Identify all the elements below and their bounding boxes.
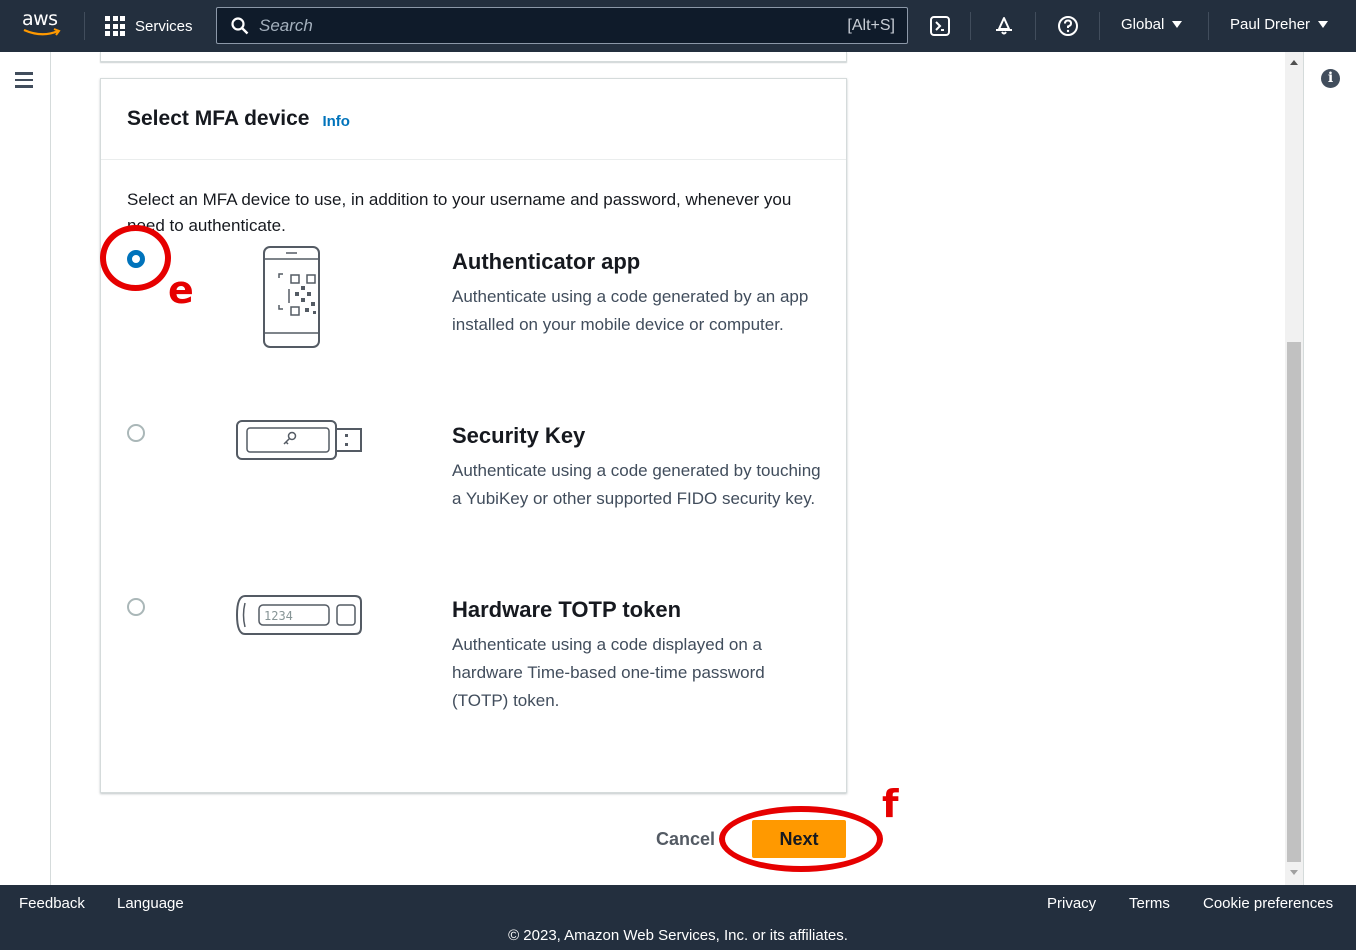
region-label: Global [1121, 16, 1165, 33]
page-footer: Feedback Language Privacy Terms Cookie p… [0, 885, 1356, 950]
container-header: Select MFA device Info [101, 79, 846, 160]
page-scrollbar[interactable] [1285, 52, 1303, 885]
caret-down-icon [1172, 21, 1183, 28]
container-title: Select MFA device [127, 107, 310, 130]
nav-divider [970, 12, 971, 40]
right-tools-rail: i [1303, 52, 1356, 885]
caret-down-icon [1318, 21, 1329, 28]
app-grid-icon [105, 16, 125, 36]
aws-logo[interactable]: aws [22, 8, 64, 42]
option-title: Security Key [452, 423, 586, 448]
info-link[interactable]: Info [322, 113, 350, 130]
option-title: Authenticator app [452, 249, 641, 274]
select-mfa-device-container: Select MFA device Info Select an MFA dev… [100, 78, 847, 793]
help-button[interactable] [1055, 13, 1081, 39]
footer-language-link[interactable]: Language [117, 895, 184, 912]
search-input[interactable] [259, 15, 848, 36]
option-description: Authenticate using a code generated by t… [452, 461, 821, 508]
container-description: Select an MFA device to use, in addition… [127, 190, 792, 235]
region-selector[interactable]: Global [1121, 16, 1183, 33]
token-display-text: 1234 [264, 609, 293, 623]
top-navigation-bar: aws Services [Alt+S] [0, 0, 1356, 52]
nav-divider [1035, 12, 1036, 40]
footer-feedback-link[interactable]: Feedback [19, 895, 85, 912]
totp-token-icon: 1234 [235, 595, 362, 635]
help-circle-icon [1058, 16, 1078, 36]
info-panel-icon[interactable]: i [1321, 69, 1340, 88]
account-menu[interactable]: Paul Dreher [1230, 16, 1329, 33]
notifications-button[interactable] [991, 13, 1017, 39]
radio-security-key[interactable] [127, 424, 145, 442]
option-title: Hardware TOTP token [452, 597, 682, 622]
next-button[interactable]: Next [752, 820, 846, 858]
services-menu-button[interactable]: Services [105, 14, 193, 38]
mfa-option-hardware-totp-token[interactable]: 1234 Hardware TOTP token Authenticate us… [101, 595, 846, 747]
footer-copyright: © 2023, Amazon Web Services, Inc. or its… [508, 927, 848, 944]
aws-logo-text: aws [22, 8, 58, 30]
scroll-thumb[interactable] [1287, 342, 1301, 862]
user-name: Paul Dreher [1230, 16, 1311, 33]
footer-terms-link[interactable]: Terms [1129, 895, 1170, 912]
cloudshell-icon [930, 16, 950, 36]
option-description: Authenticate using a code displayed on a… [452, 635, 765, 710]
search-box[interactable]: [Alt+S] [216, 7, 908, 44]
aws-smile-icon [23, 28, 61, 36]
services-label: Services [135, 17, 193, 35]
usb-security-key-icon [236, 420, 362, 460]
scroll-up-arrow-icon[interactable] [1290, 60, 1298, 65]
hamburger-menu-icon[interactable] [15, 72, 33, 92]
mfa-option-security-key[interactable]: Security Key Authenticate using a code g… [101, 420, 846, 573]
phone-qr-icon [263, 246, 320, 348]
mfa-option-authenticator-app[interactable]: Authenticator app Authenticate using a c… [101, 246, 846, 399]
footer-privacy-link[interactable]: Privacy [1047, 895, 1096, 912]
nav-divider [84, 12, 85, 40]
annotation-label-f: f [882, 782, 899, 826]
search-icon [231, 16, 249, 34]
radio-hardware-totp[interactable] [127, 598, 145, 616]
previous-container-edge [100, 52, 847, 62]
footer-cookie-preferences-link[interactable]: Cookie preferences [1203, 895, 1333, 912]
cloudshell-button[interactable] [927, 13, 953, 39]
radio-authenticator-app[interactable] [127, 250, 145, 268]
nav-divider [1099, 12, 1100, 40]
scroll-down-arrow-icon[interactable] [1290, 870, 1298, 875]
option-description: Authenticate using a code generated by a… [452, 287, 809, 334]
search-shortcut-hint: [Alt+S] [847, 16, 895, 34]
bell-icon [996, 17, 1012, 35]
left-navigation-rail [0, 52, 51, 885]
annotation-label-e: e [168, 268, 194, 312]
nav-divider [1208, 12, 1209, 40]
cancel-button[interactable]: Cancel [652, 823, 719, 855]
